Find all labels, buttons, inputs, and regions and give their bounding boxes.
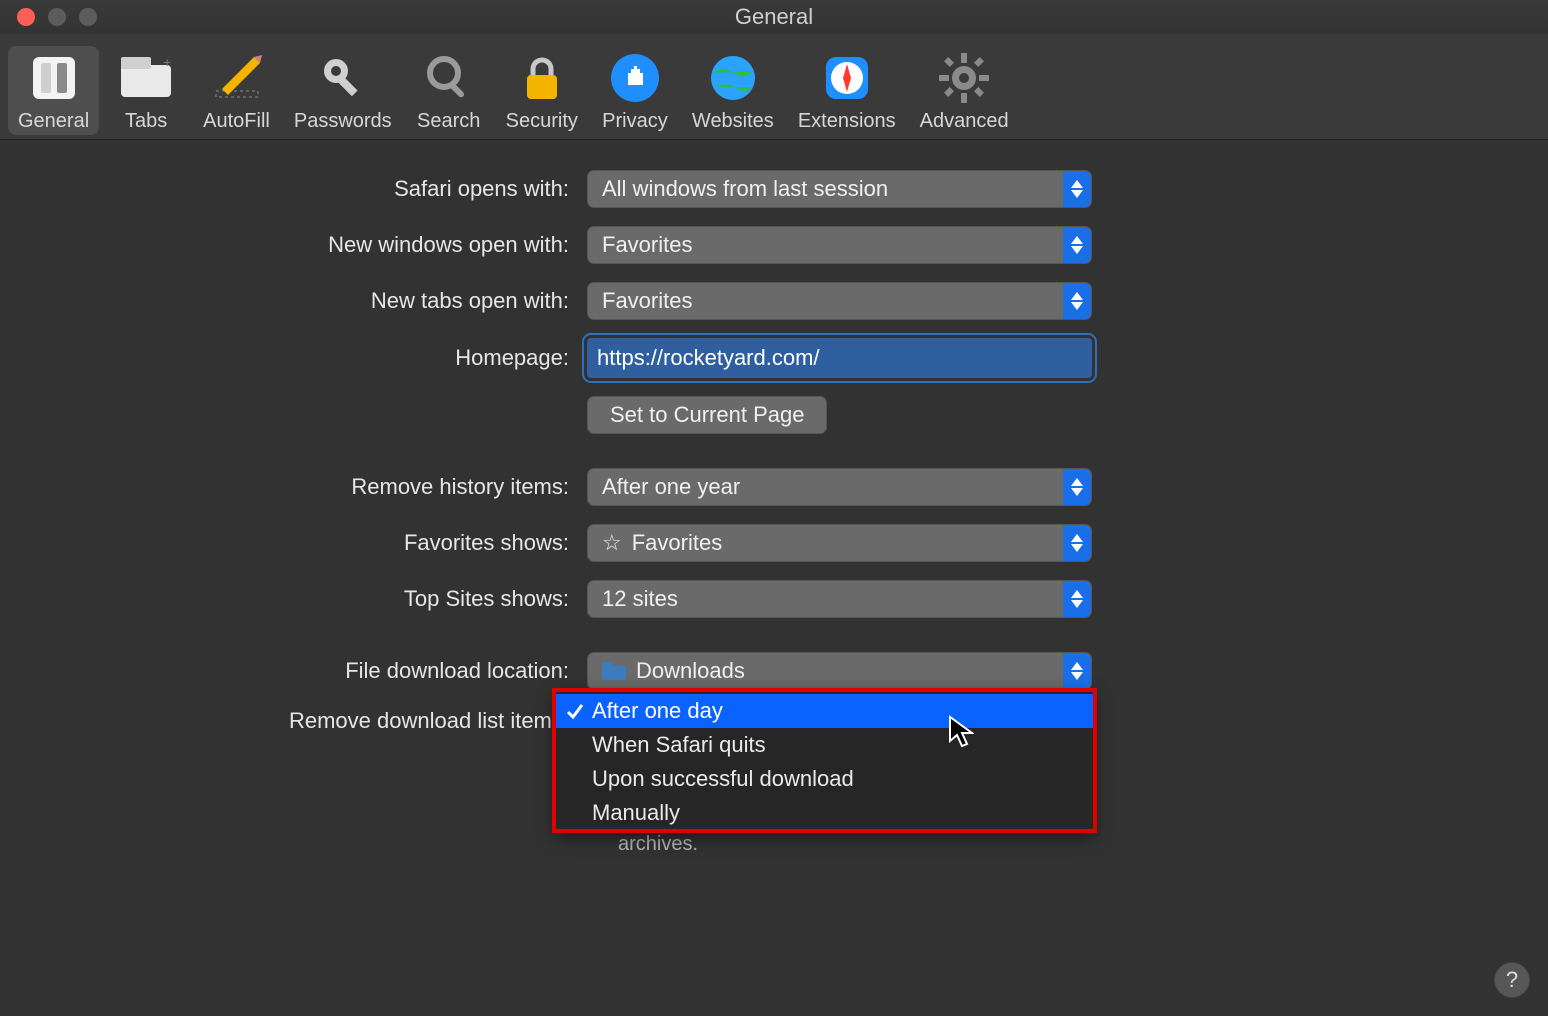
help-glyph: ? [1506,967,1518,993]
tab-extensions[interactable]: Extensions [788,46,906,135]
chevron-up-down-icon [1063,581,1091,617]
remove-history-items-popup[interactable]: After one year [587,468,1092,506]
file-download-location-label: File download location: [0,658,587,684]
popup-value: 12 sites [602,586,678,612]
tab-label: General [18,110,89,133]
tab-search[interactable]: Search [406,46,492,135]
gear-icon [936,50,992,106]
remove-download-list-items-menu[interactable]: After one day When Safari quits Upon suc… [556,692,1093,832]
lock-icon [514,50,570,106]
tab-general[interactable]: General [8,46,99,135]
popup-value: After one year [602,474,740,500]
chevron-up-down-icon [1063,171,1091,207]
menu-item-upon-successful-download[interactable]: Upon successful download [556,762,1093,796]
new-windows-open-with-popup[interactable]: Favorites [587,226,1092,264]
globe-icon [705,50,761,106]
safari-opens-with-label: Safari opens with: [0,176,587,202]
popup-value: All windows from last session [602,176,888,202]
menu-item-after-one-day[interactable]: After one day [556,694,1093,728]
chevron-up-down-icon [1063,283,1091,319]
key-icon [315,50,371,106]
star-icon: ☆ [602,530,622,556]
tab-label: Tabs [125,110,167,133]
remove-download-list-items-label: Remove download list items: [0,708,587,734]
tab-label: Privacy [602,110,668,133]
top-sites-shows-label: Top Sites shows: [0,586,587,612]
help-button[interactable]: ? [1494,962,1530,998]
tab-privacy[interactable]: Privacy [592,46,678,135]
tab-security[interactable]: Security [496,46,588,135]
tab-label: Extensions [798,110,896,133]
chevron-up-down-icon [1063,469,1091,505]
compass-icon [819,50,875,106]
chevron-up-down-icon [1063,653,1091,689]
homepage-value: https://rocketyard.com/ [597,345,820,371]
pencil-icon [209,50,265,106]
homepage-field[interactable]: https://rocketyard.com/ [587,338,1092,378]
close-window-button[interactable] [17,8,35,26]
tab-websites[interactable]: Websites [682,46,784,135]
menu-item-when-safari-quits[interactable]: When Safari quits [556,728,1093,762]
tab-advanced[interactable]: Advanced [910,46,1019,135]
new-windows-open-with-label: New windows open with: [0,232,587,258]
remove-history-items-label: Remove history items: [0,474,587,500]
chevron-up-down-icon [1063,227,1091,263]
popup-value: Downloads [636,658,745,684]
popup-value: Favorites [602,288,692,314]
traffic-lights [0,8,97,26]
menu-item-manually[interactable]: Manually [556,796,1093,830]
search-icon [421,50,477,106]
file-download-location-popup[interactable]: Downloads [587,652,1092,690]
titlebar: General [0,0,1548,34]
menu-item-label: When Safari quits [592,732,766,758]
new-tabs-open-with-popup[interactable]: Favorites [587,282,1092,320]
tab-passwords[interactable]: Passwords [284,46,402,135]
zoom-window-button[interactable] [79,8,97,26]
folder-icon [602,662,626,680]
popup-value: Favorites [602,232,692,258]
popup-value: Favorites [632,530,722,556]
homepage-label: Homepage: [0,345,587,371]
tab-autofill[interactable]: AutoFill [193,46,280,135]
tab-label: Advanced [920,110,1009,133]
menu-item-label: After one day [592,698,723,724]
tab-tabs[interactable]: + Tabs [103,46,189,135]
favorites-shows-label: Favorites shows: [0,530,587,556]
tabs-icon: + [118,50,174,106]
switch-icon [26,50,82,106]
tab-label: Security [506,110,578,133]
tab-label: Passwords [294,110,392,133]
tab-label: Search [417,110,480,133]
helper-text: archives. [618,833,698,856]
new-tabs-open-with-label: New tabs open with: [0,288,587,314]
svg-text:+: + [163,55,171,70]
set-to-current-page-button[interactable]: Set to Current Page [587,396,827,434]
chevron-up-down-icon [1063,525,1091,561]
safari-opens-with-popup[interactable]: All windows from last session [587,170,1092,208]
preferences-toolbar: General + Tabs AutoFill Passwords Search… [0,34,1548,140]
checkmark-icon [566,700,584,726]
tab-label: Websites [692,110,774,133]
hand-icon [607,50,663,106]
menu-item-label: Upon successful download [592,766,854,792]
top-sites-shows-popup[interactable]: 12 sites [587,580,1092,618]
general-preferences-form: Safari opens with: All windows from last… [0,170,1548,752]
menu-item-label: Manually [592,800,680,826]
window-title: General [0,4,1548,30]
minimize-window-button[interactable] [48,8,66,26]
tab-label: AutoFill [203,110,270,133]
button-label: Set to Current Page [610,402,804,428]
favorites-shows-popup[interactable]: ☆ Favorites [587,524,1092,562]
